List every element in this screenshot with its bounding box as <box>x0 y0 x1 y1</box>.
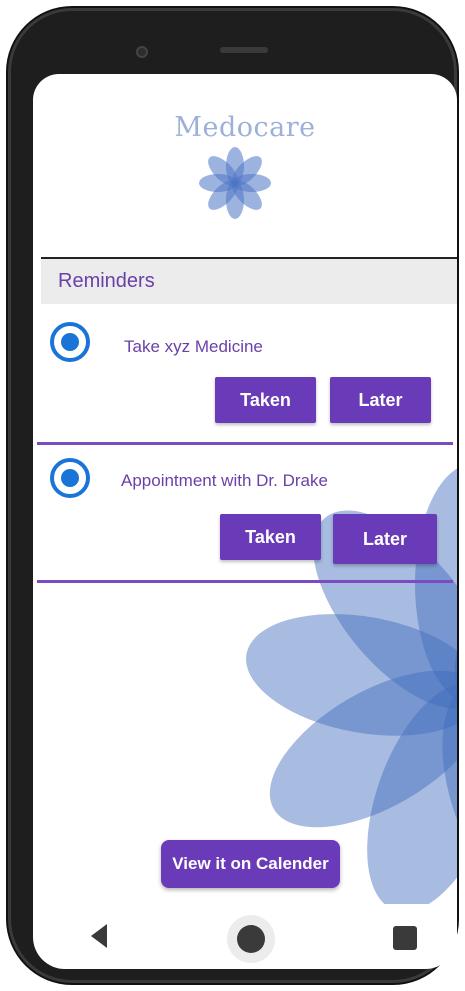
app-screen: Medocare Reminders Take xyz Medicine Tak… <box>33 74 457 969</box>
brand-name: Medocare <box>174 112 316 143</box>
back-icon[interactable] <box>91 924 107 948</box>
medocare-flower-logo-icon <box>199 147 271 219</box>
reminder-label: Appointment with Dr. Drake <box>121 471 328 490</box>
reminder-radio[interactable] <box>50 322 90 362</box>
taken-button[interactable]: Taken <box>220 514 321 560</box>
home-icon[interactable] <box>237 925 265 953</box>
phone-frame: Medocare Reminders Take xyz Medicine Tak… <box>8 8 457 983</box>
reminder-radio[interactable] <box>50 458 90 498</box>
brand-header: Medocare <box>33 112 457 143</box>
flower-background-icon <box>246 468 457 904</box>
reminder-divider <box>37 580 453 583</box>
taken-button[interactable]: Taken <box>215 377 316 423</box>
front-camera <box>136 46 148 58</box>
section-title: Reminders <box>58 270 155 292</box>
earpiece-speaker <box>220 47 268 53</box>
recents-icon[interactable] <box>393 926 417 950</box>
reminder-label: Take xyz Medicine <box>124 337 263 356</box>
section-header: Reminders <box>41 259 457 304</box>
reminder-divider <box>37 442 453 445</box>
radio-selected-dot <box>61 333 79 351</box>
view-calendar-button[interactable]: View it on Calender <box>161 840 340 888</box>
later-button[interactable]: Later <box>330 377 431 423</box>
later-button[interactable]: Later <box>333 514 437 564</box>
system-nav-bar <box>33 904 457 969</box>
radio-selected-dot <box>61 469 79 487</box>
